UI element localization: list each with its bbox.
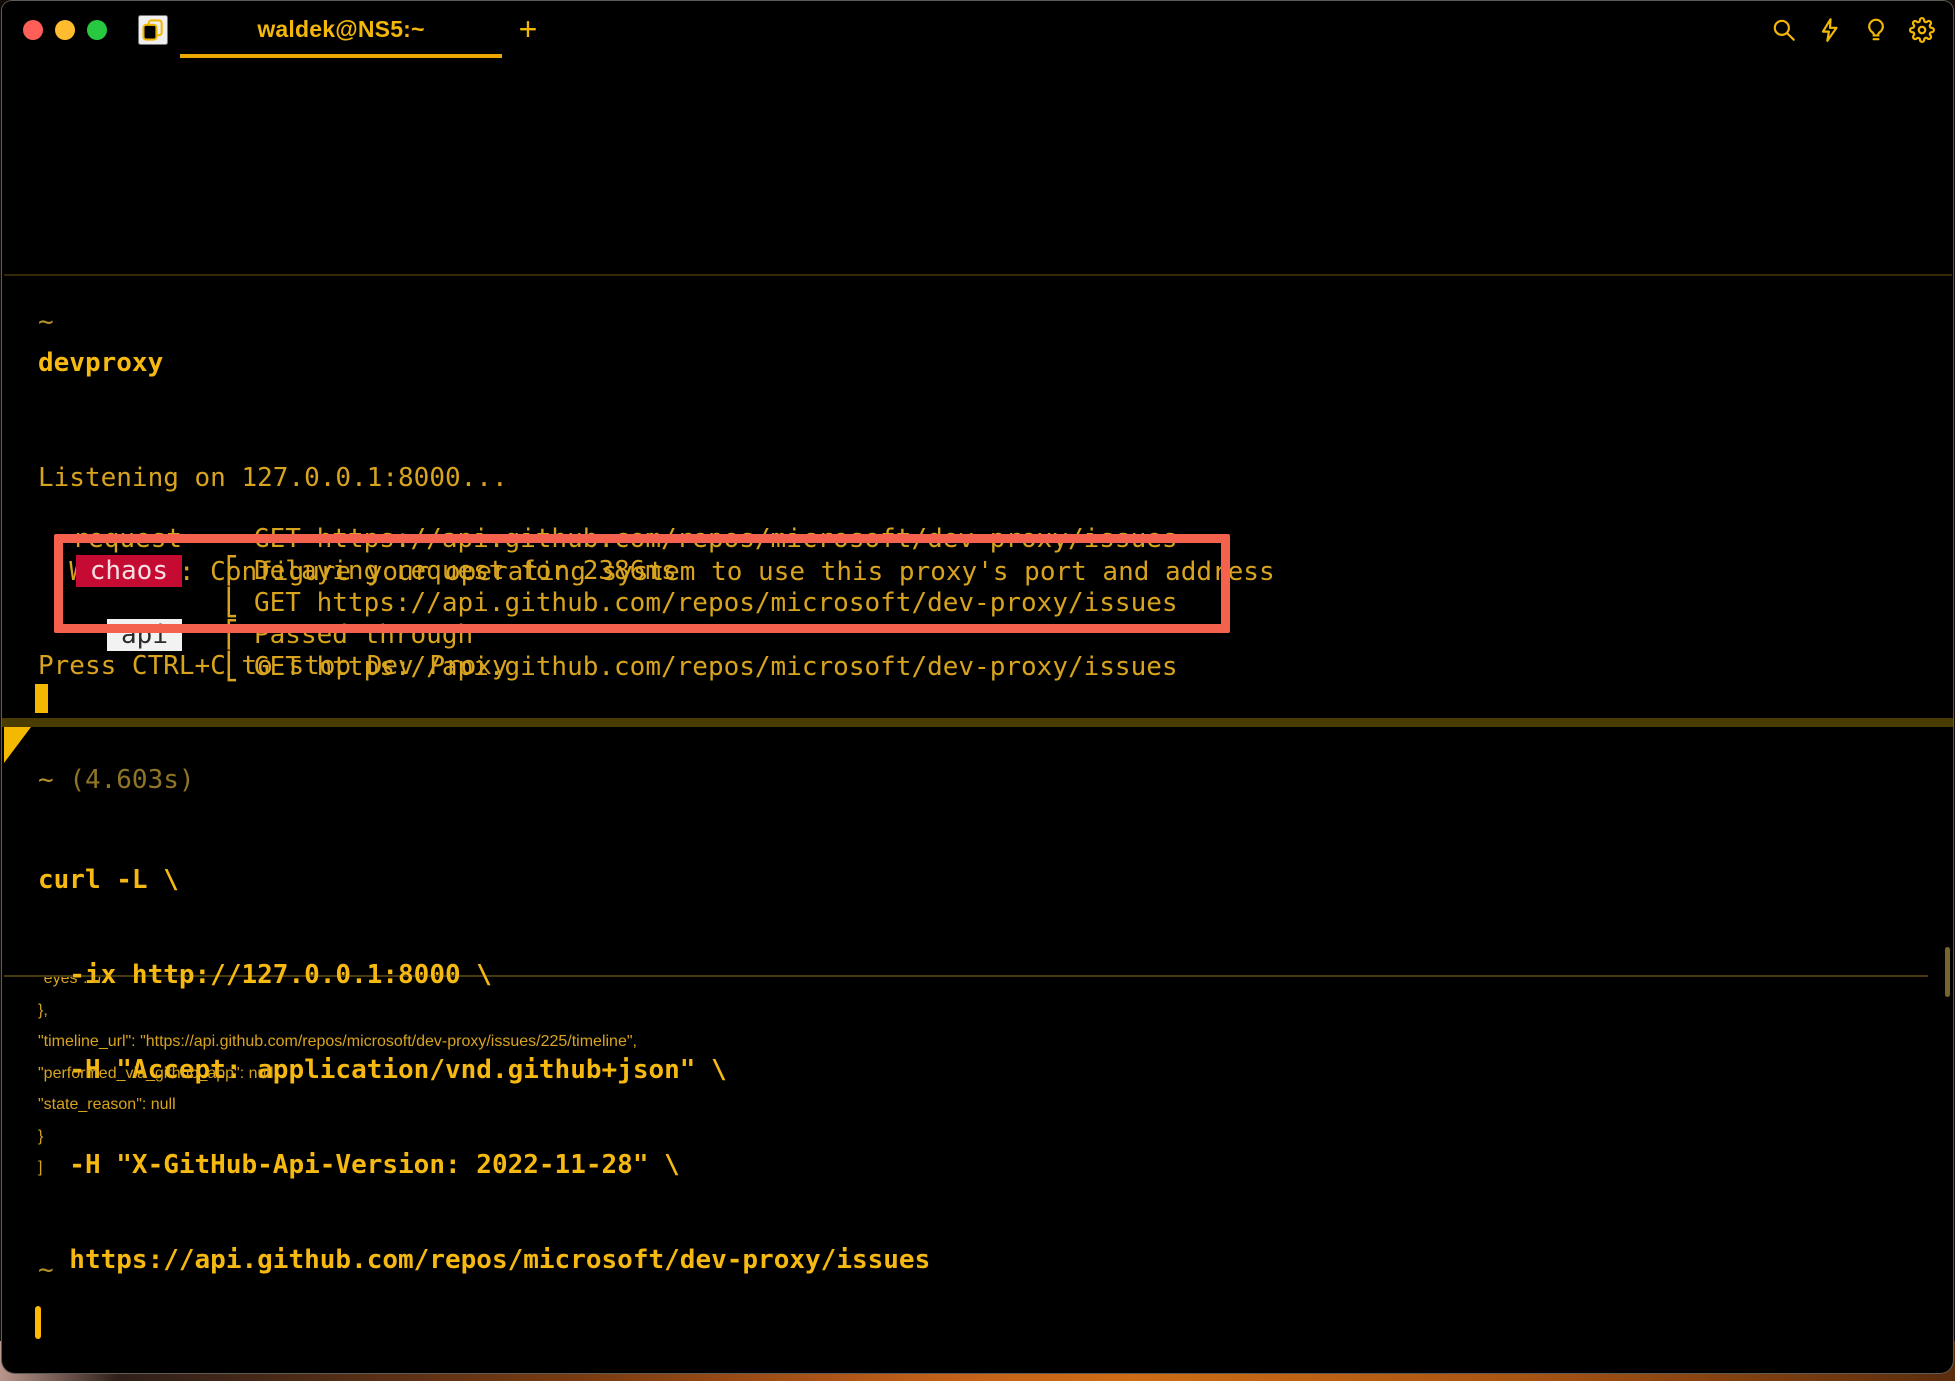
tab-title: waldek@NS5:~ [257, 16, 424, 43]
bracket-bottom-icon: ⎣ [224, 651, 240, 683]
json-line: "performed_via_github_app": null, [38, 1058, 637, 1090]
command-devproxy[interactable]: devproxy [38, 347, 163, 379]
block-marker-triangle[interactable] [4, 727, 31, 763]
shell-prompt: ~ [38, 1254, 54, 1286]
json-line: ] [38, 1152, 637, 1184]
json-line: "state_reason": null [38, 1089, 637, 1121]
running-block-cursor [35, 684, 48, 713]
scrollbar-thumb[interactable] [1945, 947, 1950, 997]
json-line: "timeline_url": "https://api.github.com/… [38, 1026, 637, 1058]
command-line: https://api.github.com/repos/microsoft/d… [38, 1245, 930, 1276]
toolbar-actions [1771, 17, 1935, 43]
shell-prompt-with-duration: ~ (4.603s) [38, 764, 195, 796]
shell-prompt: ~ [38, 306, 54, 338]
log-row-api-url: ⎣ GET https://api.github.com/repos/micro… [2, 651, 1953, 683]
bolt-icon[interactable] [1817, 17, 1843, 43]
json-line: "eyes": 0 [38, 977, 637, 995]
close-window-button[interactable] [23, 20, 43, 40]
tab-waldek-ns5[interactable]: waldek@NS5:~ [180, 1, 502, 58]
curl-output-clip[interactable]: "eyes": 0 }, "timeline_url": "https://ap… [2, 977, 1948, 1187]
zoom-window-button[interactable] [87, 20, 107, 40]
curl-json-output: "eyes": 0 }, "timeline_url": "https://ap… [38, 977, 637, 1184]
terminal-window: waldek@NS5:~ + [1, 0, 1954, 1374]
minimize-window-button[interactable] [55, 20, 75, 40]
tab-bar: waldek@NS5:~ + [2, 1, 1953, 58]
json-line: } [38, 1121, 637, 1153]
shell-prompt: ~ [38, 765, 54, 795]
new-tab-button[interactable]: + [510, 9, 546, 49]
command-line: curl -L \ [38, 865, 930, 896]
search-icon[interactable] [1771, 17, 1797, 43]
log-text: GET https://api.github.com/repos/microso… [254, 651, 1178, 683]
pages-icon[interactable] [138, 15, 168, 45]
command-duration: (4.603s) [69, 765, 194, 795]
block-separator [4, 274, 1952, 276]
gear-icon[interactable] [1909, 17, 1935, 43]
annotation-highlight-rect [54, 534, 1230, 633]
bulb-icon[interactable] [1863, 17, 1889, 43]
json-line: }, [38, 995, 637, 1027]
output-line: Listening on 127.0.0.1:8000... [38, 463, 1275, 493]
text-cursor[interactable] [35, 1306, 41, 1339]
active-tab-underline [180, 54, 502, 58]
